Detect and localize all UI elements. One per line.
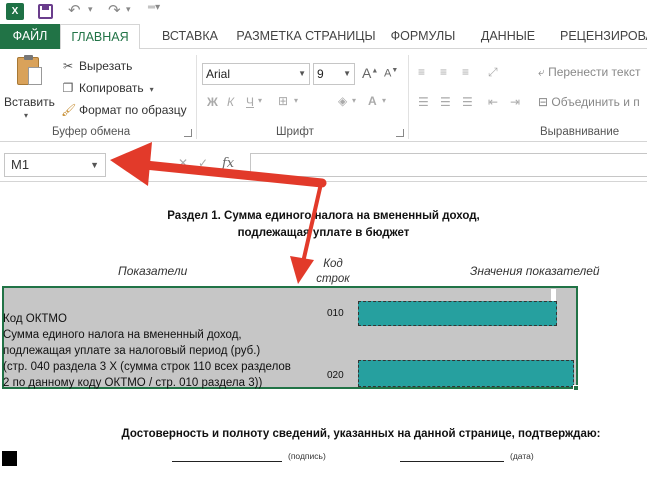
col-header-indicators: Показатели (118, 264, 188, 278)
grow-font-button[interactable]: A▲ (362, 65, 378, 81)
tab-data[interactable]: ДАННЫЕ (476, 24, 540, 49)
merge-icon: ⊟ (538, 95, 549, 109)
tab-page-layout[interactable]: РАЗМЕТКА СТРАНИЦЫ (236, 24, 376, 49)
paste-sheet-icon (28, 67, 42, 85)
chevron-down-icon: ▼ (343, 69, 351, 78)
signature-caption: (подпись) (288, 451, 326, 461)
marker-square (2, 451, 17, 466)
formula-bar: M1 ▼ ✕ ✓ fx (0, 142, 647, 182)
cut-button[interactable]: ✂ Вырезать (61, 57, 132, 75)
format-painter-button[interactable]: 🖌 Формат по образцу (61, 101, 187, 119)
group-separator (408, 55, 409, 139)
tax-amount-value-cell[interactable] (358, 360, 574, 387)
copy-dropdown-icon[interactable]: ▾ (150, 85, 154, 94)
undo-icon[interactable]: ↶ (68, 2, 81, 20)
copy-icon: ❐ (62, 81, 74, 95)
decrease-indent-icon[interactable]: ⇤ (488, 95, 498, 109)
redo-dropdown-icon[interactable]: ▾ (126, 4, 131, 15)
confirm-entry-icon[interactable]: ✓ (198, 156, 208, 170)
col-header-code: Код строк (316, 258, 350, 285)
ribbon-tabs: ФАЙЛ ГЛАВНАЯ ВСТАВКА РАЗМЕТКА СТРАНИЦЫ Ф… (0, 24, 647, 50)
row-label-tax-line4: 2 по данному коду ОКТМО / стр. 010 разде… (3, 377, 263, 389)
tab-insert[interactable]: ВСТАВКА (154, 24, 226, 49)
underline-button[interactable]: Ч (246, 95, 254, 109)
row-code-010: 010 (327, 308, 344, 319)
fill-dropdown-icon[interactable]: ▾ (352, 96, 356, 105)
row-label-tax-line3: (стр. 040 раздела 3 X (сумма строк 110 в… (3, 361, 291, 373)
font-color-dropdown-icon[interactable]: ▾ (382, 96, 386, 105)
borders-dropdown-icon[interactable]: ▾ (294, 96, 298, 105)
name-box[interactable]: M1 ▼ (4, 153, 106, 177)
cancel-entry-icon[interactable]: ✕ (178, 156, 188, 170)
scissors-icon: ✂ (62, 59, 74, 73)
undo-dropdown-icon[interactable]: ▾ (88, 4, 93, 15)
cell-gap (551, 289, 556, 301)
borders-icon[interactable]: ⊞ (278, 94, 288, 108)
fill-handle[interactable] (573, 385, 579, 391)
save-icon[interactable] (38, 4, 53, 19)
font-launcher-icon[interactable] (396, 129, 404, 137)
group-separator (196, 55, 197, 139)
paste-button[interactable]: Вставить ▾ (4, 55, 55, 125)
fill-color-icon[interactable]: ◈ (338, 94, 347, 108)
wrap-text-icon: ⤶ (538, 65, 545, 79)
align-left-icon[interactable]: ☰ (418, 95, 429, 109)
date-caption: (дата) (510, 451, 534, 461)
redo-icon[interactable]: ↷ (108, 2, 121, 20)
formula-input[interactable] (250, 153, 647, 177)
align-bottom-icon[interactable]: ≡ (462, 65, 469, 79)
italic-button[interactable]: К (227, 95, 234, 109)
col-header-values: Значения показателей (470, 264, 600, 278)
chevron-down-icon: ▼ (90, 160, 99, 170)
align-right-icon[interactable]: ☰ (462, 95, 473, 109)
confirmation-text: Достоверность и полноту сведений, указан… (121, 428, 601, 440)
wrap-text-button[interactable]: ⤶ Перенести текст (538, 65, 640, 80)
row-label-tax-line1: Сумма единого налога на вмененный доход, (3, 329, 242, 341)
clipboard-group-label: Буфер обмена (52, 126, 131, 138)
insert-function-button[interactable]: fx (222, 156, 234, 171)
excel-app-icon[interactable]: X (6, 3, 24, 20)
align-center-icon[interactable]: ☰ (440, 95, 451, 109)
section-title: Раздел 1. Сумма единого налога на вменен… (167, 210, 480, 239)
worksheet[interactable]: Раздел 1. Сумма единого налога на вменен… (0, 183, 647, 501)
merge-center-button[interactable]: ⊟ Объединить и п (538, 95, 640, 109)
tab-file[interactable]: ФАЙЛ (0, 24, 60, 49)
font-size-select[interactable]: 9 ▼ (313, 63, 355, 85)
ribbon: Вставить ▾ ✂ Вырезать ❐ Копировать ▾ 🖌 Форма… (0, 49, 647, 142)
shrink-font-button[interactable]: A▼ (384, 67, 398, 80)
font-group-label: Шрифт (276, 126, 314, 138)
paste-dropdown-icon[interactable]: ▾ (24, 111, 28, 120)
font-name-select[interactable]: Arial ▼ (202, 63, 310, 85)
tab-formulas[interactable]: ФОРМУЛЫ (386, 24, 460, 49)
increase-indent-icon[interactable]: ⇥ (510, 95, 520, 109)
align-top-icon[interactable]: ≡ (418, 65, 425, 79)
signature-line (172, 461, 282, 462)
underline-dropdown-icon[interactable]: ▾ (258, 96, 262, 105)
clipboard-launcher-icon[interactable] (184, 129, 192, 137)
tab-review[interactable]: РЕЦЕНЗИРОВА (560, 24, 647, 49)
copy-button[interactable]: ❐ Копировать ▾ (61, 79, 154, 97)
align-middle-icon[interactable]: ≡ (440, 65, 447, 79)
bold-button[interactable]: Ж (207, 95, 218, 109)
font-color-button[interactable]: А (368, 94, 377, 108)
row-code-020: 020 (327, 370, 344, 381)
date-line (400, 461, 504, 462)
row-label-oktmo: Код ОКТМО (3, 313, 67, 325)
tab-home[interactable]: ГЛАВНАЯ (60, 24, 140, 50)
chevron-down-icon: ▼ (298, 69, 306, 78)
oktmo-value-cell[interactable] (358, 301, 557, 326)
alignment-group-label: Выравнивание (540, 126, 620, 138)
orientation-icon[interactable]: ⤢ (488, 65, 498, 80)
row-label-tax-line2: подлежащая уплате за налоговый период (р… (3, 345, 261, 357)
paste-label: Вставить (4, 95, 55, 109)
quick-access-toolbar: X ↶ ▾ ↷ ▾ ═▾ (0, 0, 647, 24)
customize-qat-icon[interactable]: ═▾ (148, 2, 160, 13)
paintbrush-icon: 🖌 (61, 103, 77, 117)
